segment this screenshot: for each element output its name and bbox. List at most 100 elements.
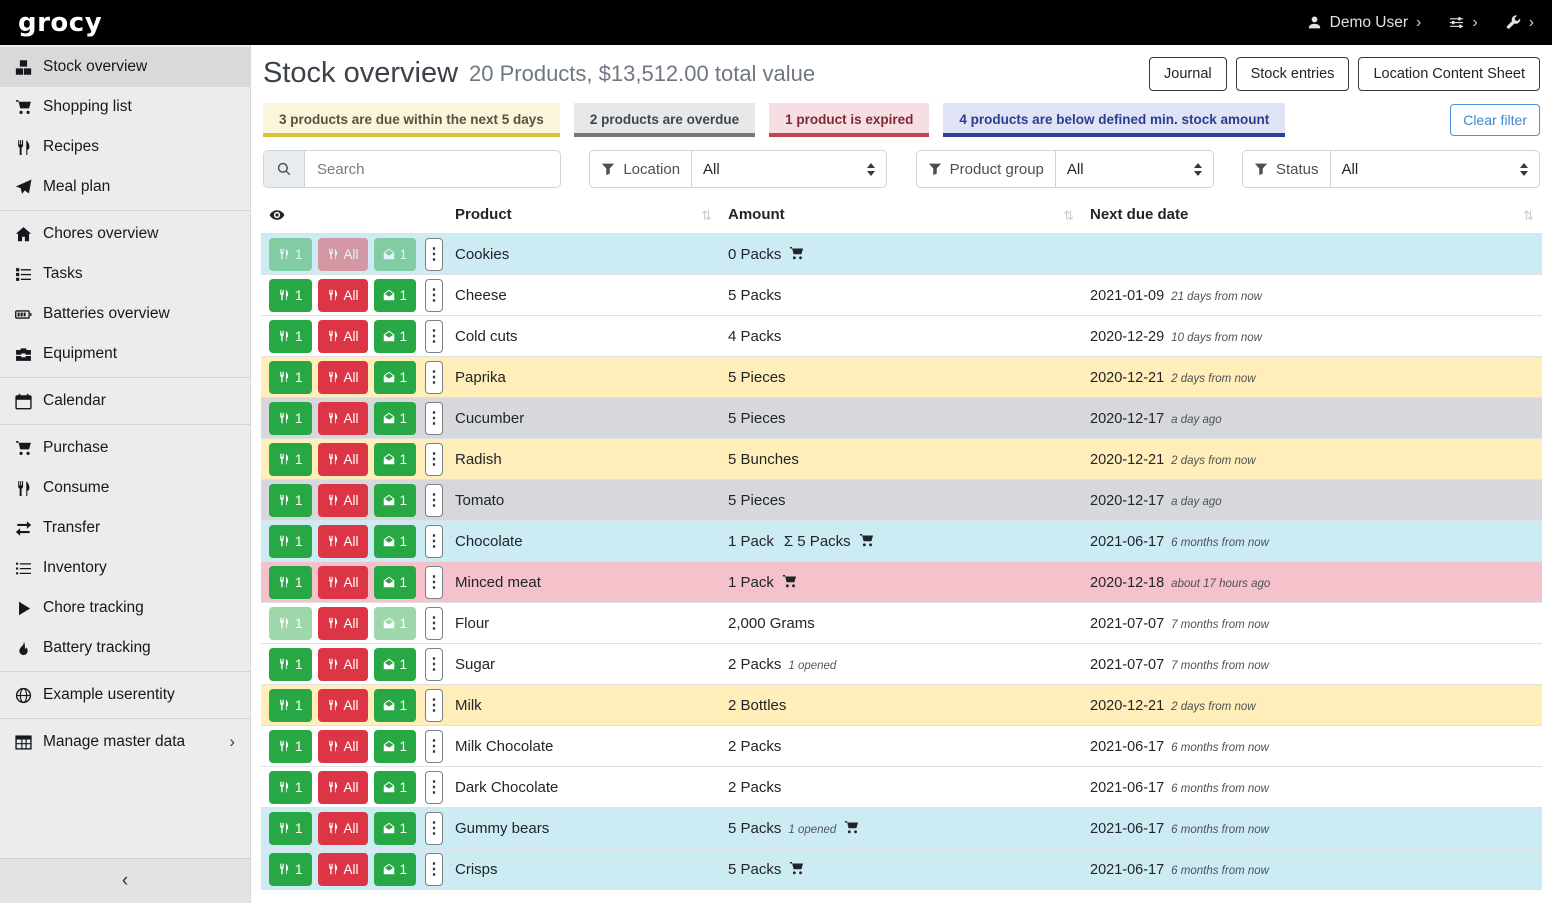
row-menu-button[interactable]: ⋮ <box>425 279 443 312</box>
consume-one-button[interactable]: 1 <box>269 771 312 804</box>
consume-one-button[interactable]: 1 <box>269 566 312 599</box>
row-menu-button[interactable]: ⋮ <box>425 689 443 722</box>
column-header-amount[interactable]: Amount ⇅ <box>720 200 1082 234</box>
consume-one-button[interactable]: 1 <box>269 279 312 312</box>
consume-one-button[interactable]: 1 <box>269 361 312 394</box>
consume-one-button[interactable]: 1 <box>269 607 312 640</box>
column-header-product[interactable]: Product ⇅ <box>447 200 720 234</box>
sidebar-item-battery-tracking[interactable]: Battery tracking <box>0 628 250 668</box>
sidebar-item-purchase[interactable]: Purchase <box>0 428 250 468</box>
consume-one-button[interactable]: 1 <box>269 812 312 845</box>
consume-all-button[interactable]: All <box>318 812 368 845</box>
status-banner-overdue[interactable]: 2 products are overdue <box>574 103 755 137</box>
row-menu-button[interactable]: ⋮ <box>425 853 443 886</box>
user-menu[interactable]: Demo User › <box>1307 14 1422 32</box>
status-banner-due-soon[interactable]: 3 products are due within the next 5 day… <box>263 103 560 137</box>
consume-all-button[interactable]: All <box>318 361 368 394</box>
row-menu-button[interactable]: ⋮ <box>425 443 443 476</box>
sidebar-item-batteries-overview[interactable]: Batteries overview <box>0 294 250 334</box>
consume-all-button[interactable]: All <box>318 607 368 640</box>
consume-all-button[interactable]: All <box>318 238 368 271</box>
sidebar-item-transfer[interactable]: Transfer <box>0 508 250 548</box>
consume-all-button[interactable]: All <box>318 853 368 886</box>
clear-filter-button[interactable]: Clear filter <box>1450 104 1540 136</box>
row-menu-button[interactable]: ⋮ <box>425 525 443 558</box>
shopping-cart-icon[interactable] <box>789 246 804 261</box>
consume-one-button[interactable]: 1 <box>269 689 312 722</box>
row-menu-button[interactable]: ⋮ <box>425 648 443 681</box>
sidebar-item-chores-overview[interactable]: Chores overview <box>0 214 250 254</box>
open-one-button[interactable]: 1 <box>374 443 417 476</box>
consume-one-button[interactable]: 1 <box>269 443 312 476</box>
consume-all-button[interactable]: All <box>318 689 368 722</box>
filter-select-status[interactable]: All <box>1331 151 1539 187</box>
row-menu-button[interactable]: ⋮ <box>425 730 443 763</box>
sidebar-item-consume[interactable]: Consume <box>0 468 250 508</box>
open-one-button[interactable]: 1 <box>374 279 417 312</box>
open-one-button[interactable]: 1 <box>374 238 417 271</box>
row-menu-button[interactable]: ⋮ <box>425 320 443 353</box>
open-one-button[interactable]: 1 <box>374 361 417 394</box>
row-menu-button[interactable]: ⋮ <box>425 484 443 517</box>
open-one-button[interactable]: 1 <box>374 402 417 435</box>
consume-one-button[interactable]: 1 <box>269 402 312 435</box>
open-one-button[interactable]: 1 <box>374 730 417 763</box>
sidebar-item-recipes[interactable]: Recipes <box>0 127 250 167</box>
sidebar-item-equipment[interactable]: Equipment <box>0 334 250 374</box>
consume-one-button[interactable]: 1 <box>269 484 312 517</box>
sidebar-item-chore-tracking[interactable]: Chore tracking <box>0 588 250 628</box>
row-menu-button[interactable]: ⋮ <box>425 238 443 271</box>
open-one-button[interactable]: 1 <box>374 648 417 681</box>
row-menu-button[interactable]: ⋮ <box>425 812 443 845</box>
open-one-button[interactable]: 1 <box>374 320 417 353</box>
column-header-next-due-date[interactable]: Next due date ⇅ <box>1082 200 1542 234</box>
status-banner-expired[interactable]: 1 product is expired <box>769 103 929 137</box>
consume-all-button[interactable]: All <box>318 484 368 517</box>
consume-one-button[interactable]: 1 <box>269 648 312 681</box>
consume-one-button[interactable]: 1 <box>269 238 312 271</box>
consume-all-button[interactable]: All <box>318 648 368 681</box>
sidebar-item-tasks[interactable]: Tasks <box>0 254 250 294</box>
consume-all-button[interactable]: All <box>318 402 368 435</box>
open-one-button[interactable]: 1 <box>374 689 417 722</box>
open-one-button[interactable]: 1 <box>374 484 417 517</box>
search-input[interactable] <box>305 151 560 187</box>
filter-select-product-group[interactable]: All <box>1056 151 1213 187</box>
shopping-cart-icon[interactable] <box>859 533 874 548</box>
sidebar-item-inventory[interactable]: Inventory <box>0 548 250 588</box>
row-menu-button[interactable]: ⋮ <box>425 361 443 394</box>
row-menu-button[interactable]: ⋮ <box>425 607 443 640</box>
sidebar-item-example-userentity[interactable]: Example userentity <box>0 675 250 715</box>
sidebar-collapse-button[interactable]: ‹ <box>0 858 250 903</box>
sidebar-item-manage-master-data[interactable]: Manage master data› <box>0 722 250 762</box>
open-one-button[interactable]: 1 <box>374 525 417 558</box>
row-menu-button[interactable]: ⋮ <box>425 566 443 599</box>
consume-all-button[interactable]: All <box>318 525 368 558</box>
consume-one-button[interactable]: 1 <box>269 320 312 353</box>
shopping-cart-icon[interactable] <box>844 820 859 835</box>
sidebar-item-shopping-list[interactable]: Shopping list <box>0 87 250 127</box>
consume-all-button[interactable]: All <box>318 279 368 312</box>
consume-all-button[interactable]: All <box>318 443 368 476</box>
status-banner-below-min[interactable]: 4 products are below defined min. stock … <box>943 103 1285 137</box>
open-one-button[interactable]: 1 <box>374 607 417 640</box>
row-menu-button[interactable]: ⋮ <box>425 402 443 435</box>
location-content-sheet-button[interactable]: Location Content Sheet <box>1358 57 1540 91</box>
sidebar-item-calendar[interactable]: Calendar <box>0 381 250 421</box>
filter-select-location[interactable]: All <box>692 151 886 187</box>
admin-menu[interactable]: › <box>1506 15 1534 31</box>
consume-one-button[interactable]: 1 <box>269 853 312 886</box>
consume-one-button[interactable]: 1 <box>269 730 312 763</box>
open-one-button[interactable]: 1 <box>374 812 417 845</box>
consume-all-button[interactable]: All <box>318 320 368 353</box>
consume-all-button[interactable]: All <box>318 771 368 804</box>
shopping-cart-icon[interactable] <box>782 574 797 589</box>
settings-menu[interactable]: › <box>1449 15 1477 31</box>
journal-button[interactable]: Journal <box>1149 57 1227 91</box>
sidebar-item-meal-plan[interactable]: Meal plan <box>0 167 250 207</box>
consume-all-button[interactable]: All <box>318 730 368 763</box>
consume-one-button[interactable]: 1 <box>269 525 312 558</box>
row-menu-button[interactable]: ⋮ <box>425 771 443 804</box>
open-one-button[interactable]: 1 <box>374 566 417 599</box>
open-one-button[interactable]: 1 <box>374 853 417 886</box>
